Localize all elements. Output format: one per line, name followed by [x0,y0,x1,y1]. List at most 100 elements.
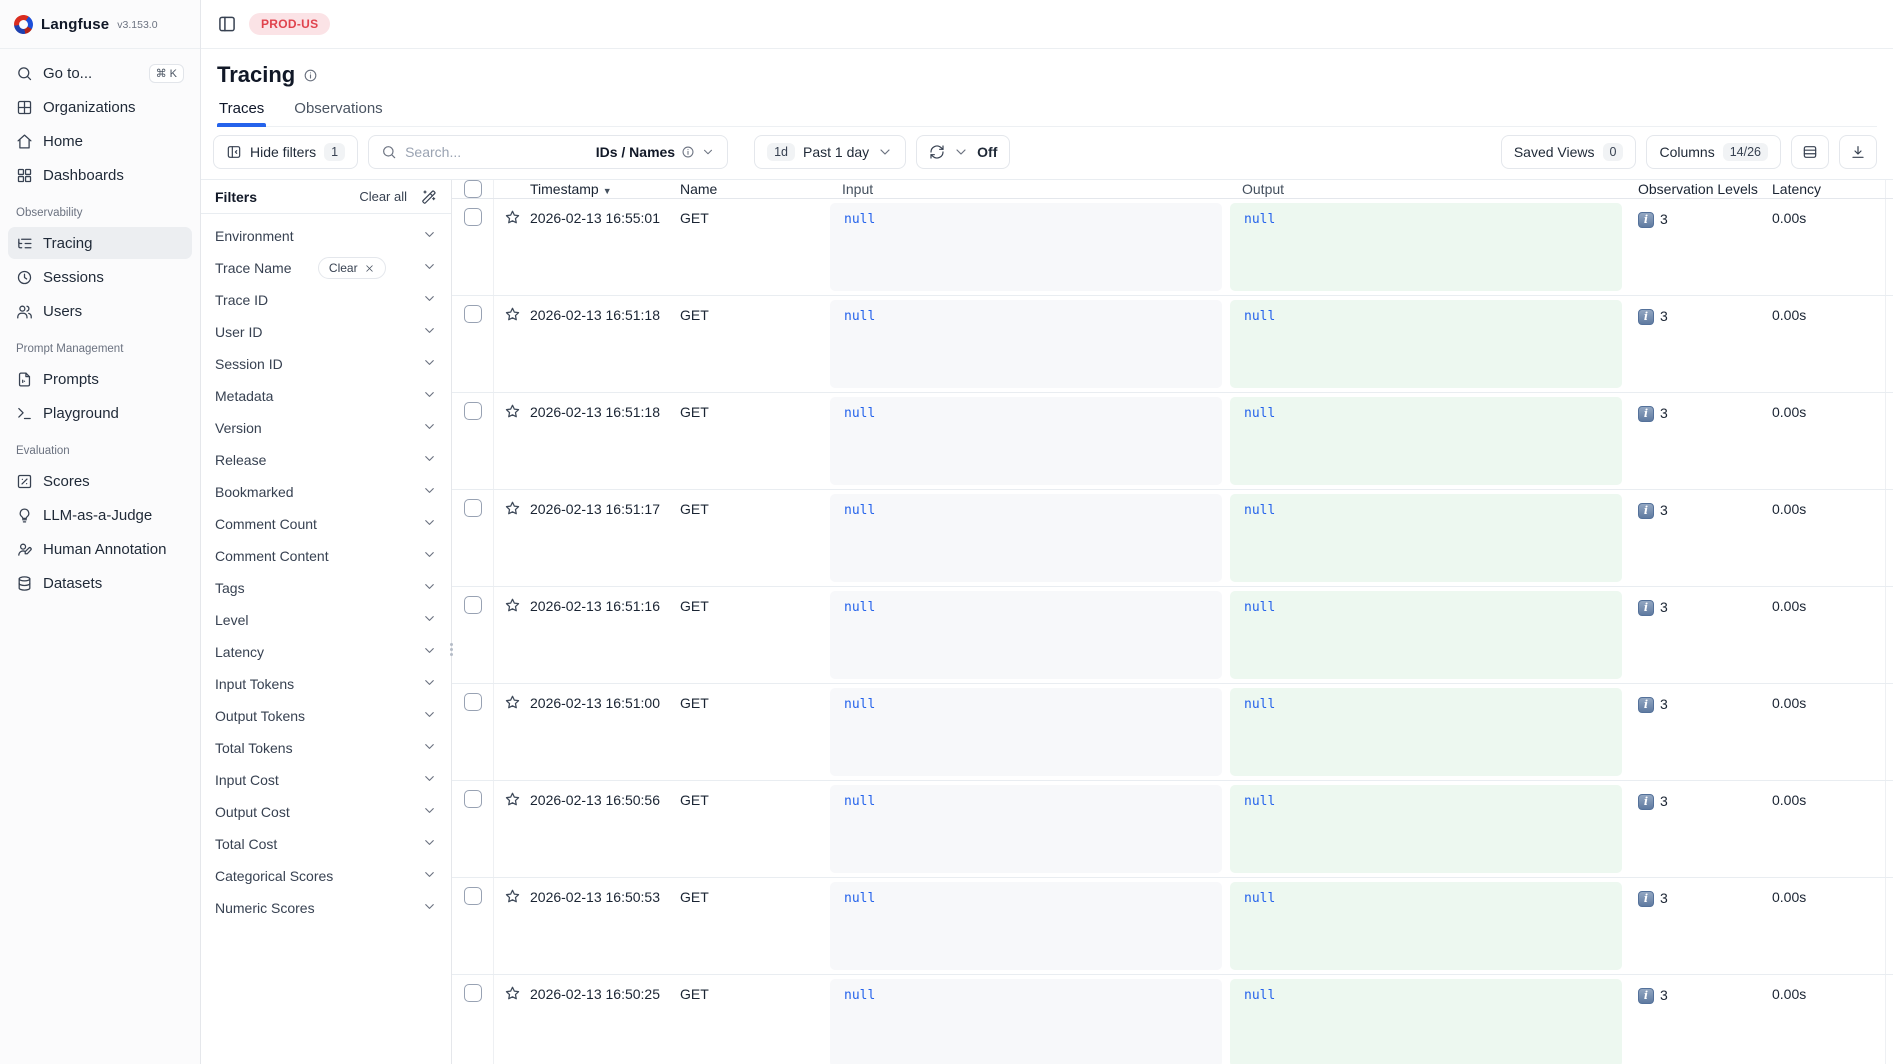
chevron-down-icon [422,579,437,594]
columns-button[interactable]: Columns 14/26 [1646,135,1781,169]
star-icon[interactable] [504,209,521,226]
star-icon[interactable] [504,694,521,711]
goto-search[interactable]: Go to... ⌘ K [8,57,192,89]
table-row[interactable]: 2026-02-13 16:51:18 GET null null i 3 0.… [452,296,1893,393]
table-row[interactable]: 2026-02-13 16:50:56 GET null null i 3 0.… [452,781,1893,878]
export-button[interactable] [1839,135,1877,169]
trace-input-value: null [844,309,875,324]
filter-item[interactable]: Level [201,604,451,636]
filter-item[interactable]: Version [201,412,451,444]
sidebar-item-sessions[interactable]: Sessions [8,261,192,293]
table-row[interactable]: 2026-02-13 16:55:01 GET null null i 3 0.… [452,199,1893,296]
tab-traces[interactable]: Traces [217,100,266,126]
row-checkbox[interactable] [464,596,482,614]
refresh-button[interactable]: Off [916,135,1010,169]
chevron-down-icon [422,323,437,338]
sidebar-item-scores[interactable]: Scores [8,465,192,497]
row-checkbox[interactable] [464,984,482,1002]
sidebar-item-tracing[interactable]: Tracing [8,227,192,259]
sidebar-item-users[interactable]: Users [8,295,192,327]
filter-item[interactable]: Comment Content [201,540,451,572]
sidebar-item-home[interactable]: Home [8,125,192,157]
timerange-button[interactable]: 1d Past 1 day [754,135,906,169]
table-row[interactable]: 2026-02-13 16:51:00 GET null null i 3 0.… [452,684,1893,781]
filter-item[interactable]: Release [201,444,451,476]
star-icon[interactable] [504,985,521,1002]
row-checkbox[interactable] [464,887,482,905]
filter-item[interactable]: Tags [201,572,451,604]
environment-badge[interactable]: PROD-US [249,13,330,35]
star-icon[interactable] [504,306,521,323]
header-cell-input[interactable]: Input [830,181,1230,197]
search-input[interactable] [405,144,588,160]
filter-item[interactable]: Total Cost [201,828,451,860]
sidebar-item-playground[interactable]: Playground [8,397,192,429]
clear-all-button[interactable]: Clear all [359,189,407,204]
filter-item[interactable]: Output Tokens [201,700,451,732]
filter-item[interactable]: Categorical Scores [201,860,451,892]
filter-chevron [422,579,437,597]
filter-item[interactable]: Comment Count [201,508,451,540]
trace-latency: 0.00s [1772,199,1885,226]
sidebar: Langfuse v3.153.0 Go to... ⌘ K Organizat… [0,0,201,1064]
header-cell-output[interactable]: Output [1230,181,1630,197]
filter-chevron [422,675,437,693]
star-icon[interactable] [504,403,521,420]
select-all-checkbox[interactable] [464,180,482,198]
search-box[interactable]: IDs / Names [368,135,728,169]
filter-item[interactable]: Trace ID [201,284,451,316]
star-icon[interactable] [504,500,521,517]
star-icon[interactable] [504,791,521,808]
star-icon[interactable] [504,888,521,905]
filter-item[interactable]: Input Tokens [201,668,451,700]
column-label: Name [680,181,717,197]
filter-item[interactable]: Session ID [201,348,451,380]
sidebar-item-datasets[interactable]: Datasets [8,567,192,599]
filter-item[interactable]: Output Cost [201,796,451,828]
trace-name: GET [680,684,830,711]
sidebar-item-llm-as-a-judge[interactable]: LLM-as-a-Judge [8,499,192,531]
sidebar-item-organizations[interactable]: Organizations [8,91,192,123]
info-icon[interactable] [303,68,318,83]
table-row[interactable]: 2026-02-13 16:51:18 GET null null i 3 0.… [452,393,1893,490]
trace-input-cell: null [830,684,1230,780]
header-cell-name[interactable]: Name [680,181,830,197]
filter-clear-pill[interactable]: Clear [318,257,386,279]
filter-item[interactable]: Metadata [201,380,451,412]
table-row[interactable]: 2026-02-13 16:50:25 GET null null i 3 0.… [452,975,1893,1064]
row-checkbox[interactable] [464,208,482,226]
search-icon [16,65,33,82]
row-checkbox[interactable] [464,305,482,323]
sidebar-item-dashboards[interactable]: Dashboards [8,159,192,191]
star-icon[interactable] [504,597,521,614]
filter-item[interactable]: Environment [201,220,451,252]
filter-item[interactable]: Numeric Scores [201,892,451,924]
tab-observations[interactable]: Observations [292,100,384,126]
sidebar-item-prompts[interactable]: Prompts [8,363,192,395]
row-checkbox[interactable] [464,402,482,420]
row-checkbox[interactable] [464,693,482,711]
filter-item[interactable]: Bookmarked [201,476,451,508]
observation-level-count: 3 [1660,890,1668,906]
table-row[interactable]: 2026-02-13 16:51:16 GET null null i 3 0.… [452,587,1893,684]
sidebar-item-human-annotation[interactable]: Human Annotation [8,533,192,565]
row-checkbox[interactable] [464,499,482,517]
filter-item[interactable]: Trace Name Clear [201,252,451,284]
table-row[interactable]: 2026-02-13 16:50:53 GET null null i 3 0.… [452,878,1893,975]
row-checkbox[interactable] [464,790,482,808]
header-cell-observation-levels[interactable]: Observation Levels [1630,181,1772,197]
panel-left-icon[interactable] [217,14,237,34]
header-cell-timestamp[interactable]: Timestamp▼ [530,181,680,197]
saved-views-button[interactable]: Saved Views 0 [1501,135,1637,169]
filter-item[interactable]: Total Tokens [201,732,451,764]
wand-sparkles-icon[interactable] [421,189,437,205]
table-row[interactable]: 2026-02-13 16:51:17 GET null null i 3 0.… [452,490,1893,587]
header-cell-latency[interactable]: Latency [1772,181,1885,197]
filter-item[interactable]: User ID [201,316,451,348]
hide-filters-button[interactable]: Hide filters 1 [213,135,358,169]
filters-resize-handle[interactable] [448,636,455,662]
search-scope-dropdown[interactable]: IDs / Names [596,144,715,160]
filter-item[interactable]: Input Cost [201,764,451,796]
row-height-button[interactable] [1791,135,1829,169]
filter-item[interactable]: Latency [201,636,451,668]
